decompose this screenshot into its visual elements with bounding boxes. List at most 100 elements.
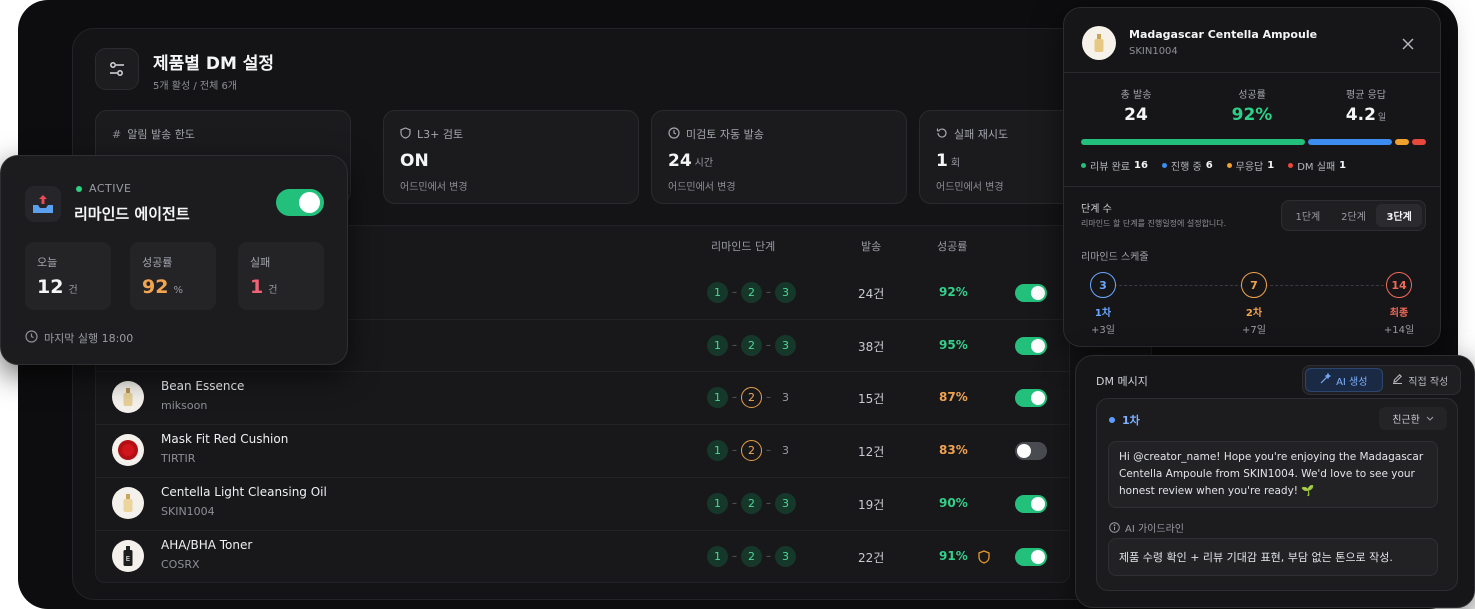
step-connector: – xyxy=(732,551,737,562)
step-badge: 1 xyxy=(707,335,728,356)
steps-description: 리마인드 할 단계를 진행일정에 설정합니다. xyxy=(1081,219,1227,228)
svg-text:E: E xyxy=(126,555,130,563)
table-row[interactable]: Mask Fit Red Cushion TIRTIR 1–2–3 12건 83% xyxy=(96,424,1069,476)
stat-success-rate: 성공률 92% xyxy=(130,242,216,310)
row-enable-toggle[interactable] xyxy=(1015,495,1047,513)
step-badge: 2 xyxy=(741,282,762,303)
product-brand: COSRX xyxy=(161,558,200,571)
row-enable-toggle[interactable] xyxy=(1015,284,1047,302)
message-card: 1차 친근한 Hi @creator_name! Hope you're enj… xyxy=(1096,398,1458,591)
product-name: Centella Light Cleansing Oil xyxy=(161,485,327,499)
send-count: 24건 xyxy=(858,287,885,301)
stat-unit: 건 xyxy=(68,285,78,296)
stat-footnote: 어드민에서 변경 xyxy=(400,182,468,193)
stat-card-l3-review: L3+ 검토 ON 어드민에서 변경 xyxy=(383,110,639,204)
table-row[interactable]: E AHA/BHA Toner COSRX 1–2–3 22건 91% xyxy=(96,530,1069,582)
remind-steps: 1–2–3 xyxy=(707,335,796,356)
message-textarea[interactable]: Hi @creator_name! Hope you're enjoying t… xyxy=(1108,441,1438,508)
clock-icon xyxy=(668,126,680,142)
schedule-node[interactable]: 7 xyxy=(1241,272,1267,298)
step-badge: 3 xyxy=(775,335,796,356)
product-sku: SKIN1004 xyxy=(1129,46,1178,57)
step-option-2[interactable]: 2단계 xyxy=(1331,204,1377,227)
step-connector: – xyxy=(766,392,771,403)
legend-label: DM 실패 xyxy=(1297,162,1336,173)
sparkle-icon xyxy=(1320,372,1332,387)
stat-value: 24 xyxy=(668,151,692,171)
chevron-down-icon xyxy=(1426,413,1434,424)
stat-unit: 시간 xyxy=(694,158,714,169)
row-enable-toggle[interactable] xyxy=(1015,337,1047,355)
stat-value: 92 xyxy=(142,276,169,298)
legend-item: 진행 중6 xyxy=(1161,158,1213,173)
close-icon[interactable] xyxy=(1402,35,1414,54)
agent-toggle[interactable] xyxy=(276,189,324,216)
steps-title: 단계 수 xyxy=(1081,204,1112,215)
row-enable-toggle[interactable] xyxy=(1015,442,1047,460)
product-thumbnail xyxy=(112,434,144,466)
settings-sliders-icon[interactable] xyxy=(95,48,139,90)
step-connector: – xyxy=(766,551,771,562)
schedule-label: 1차 xyxy=(1094,308,1112,319)
schedule-offset: +14일 xyxy=(1383,325,1415,336)
stat-label: 실패 xyxy=(250,256,271,269)
success-rate: 87% xyxy=(939,390,968,404)
legend-dot xyxy=(1288,163,1294,168)
stat-value: 12 xyxy=(37,276,64,298)
shield-icon xyxy=(978,549,990,568)
page-subtitle: 5개 활성 / 전체 6개 xyxy=(153,81,238,92)
tab-label: 직접 작성 xyxy=(1408,376,1449,388)
page-title: 제품별 DM 설정 xyxy=(153,54,275,74)
stat-label: 오늘 xyxy=(37,256,58,269)
table-row[interactable]: Centella Light Cleansing Oil SKIN1004 1–2–… xyxy=(96,477,1069,529)
stage-label: 1차 xyxy=(1122,414,1140,427)
stat-unit: % xyxy=(173,285,183,296)
inbox-upload-icon xyxy=(25,186,61,222)
status-legend: 리뷰 완료 16 진행 중 6 무응답 1 DM 실패 1 xyxy=(1081,158,1346,173)
step-option-1[interactable]: 1단계 xyxy=(1285,204,1331,227)
stat-unit: 회 xyxy=(950,158,961,169)
info-icon xyxy=(1109,518,1120,537)
send-count: 15건 xyxy=(858,392,885,406)
send-count: 38건 xyxy=(858,340,885,354)
retry-icon xyxy=(936,127,948,142)
tone-select[interactable]: 친근한 xyxy=(1379,407,1447,430)
avg-response-unit: 일 xyxy=(1377,113,1387,123)
breakdown-segment xyxy=(1412,139,1426,145)
row-enable-toggle[interactable] xyxy=(1015,548,1047,566)
stat-unit: 건 xyxy=(268,285,278,296)
schedule-node[interactable]: 14 xyxy=(1386,272,1412,298)
step-option-3[interactable]: 3단계 xyxy=(1376,204,1423,227)
schedule-node[interactable]: 3 xyxy=(1090,272,1116,298)
breakdown-segment xyxy=(1081,139,1305,145)
stat-failures: 실패 1건 xyxy=(238,242,324,310)
step-badge: 1 xyxy=(707,440,728,461)
product-thumbnail xyxy=(1082,26,1116,60)
legend-value: 1 xyxy=(1267,160,1275,171)
legend-item: 무응답 1 xyxy=(1226,158,1275,173)
row-enable-toggle[interactable] xyxy=(1015,389,1047,407)
legend-label: 무응답 xyxy=(1235,162,1264,173)
stat-label: 미검토 자동 발송 xyxy=(686,128,764,141)
guide-input[interactable]: 제품 수령 확인 + 리뷰 기대감 표현, 부담 없는 톤으로 작성. xyxy=(1108,538,1438,576)
message-text: Hi @creator_name! Hope you're enjoying t… xyxy=(1119,451,1424,497)
stat-label: L3+ 검토 xyxy=(417,128,464,141)
avg-response-label: 평균 응답 xyxy=(1346,90,1386,101)
table-row[interactable]: Bean Essence miksoon 1–2–3 15건 87% xyxy=(96,371,1069,423)
stat-today: 오늘 12 건 xyxy=(25,242,111,310)
step-connector: – xyxy=(732,392,737,403)
product-detail-panel: Madagascar Centella Ampoule SKIN1004 총 발… xyxy=(1063,7,1441,347)
legend-label: 리뷰 완료 xyxy=(1090,162,1130,173)
legend-item: 리뷰 완료 16 xyxy=(1081,158,1148,173)
success-rate: 91% xyxy=(939,549,968,563)
success-rate: 90% xyxy=(939,496,968,510)
step-badge: 1 xyxy=(707,493,728,514)
tab-manual-write[interactable]: 직접 작성 xyxy=(1383,368,1459,392)
step-badge: 3 xyxy=(782,391,789,404)
legend-value: 1 xyxy=(1339,160,1347,171)
send-count: 19건 xyxy=(858,498,885,512)
tab-ai-generate[interactable]: AI 생성 xyxy=(1305,368,1383,392)
tab-label: AI 생성 xyxy=(1336,376,1368,388)
agent-name: 리마인드 에이전트 xyxy=(74,205,190,223)
avg-response-value: 4.2 xyxy=(1345,105,1376,125)
